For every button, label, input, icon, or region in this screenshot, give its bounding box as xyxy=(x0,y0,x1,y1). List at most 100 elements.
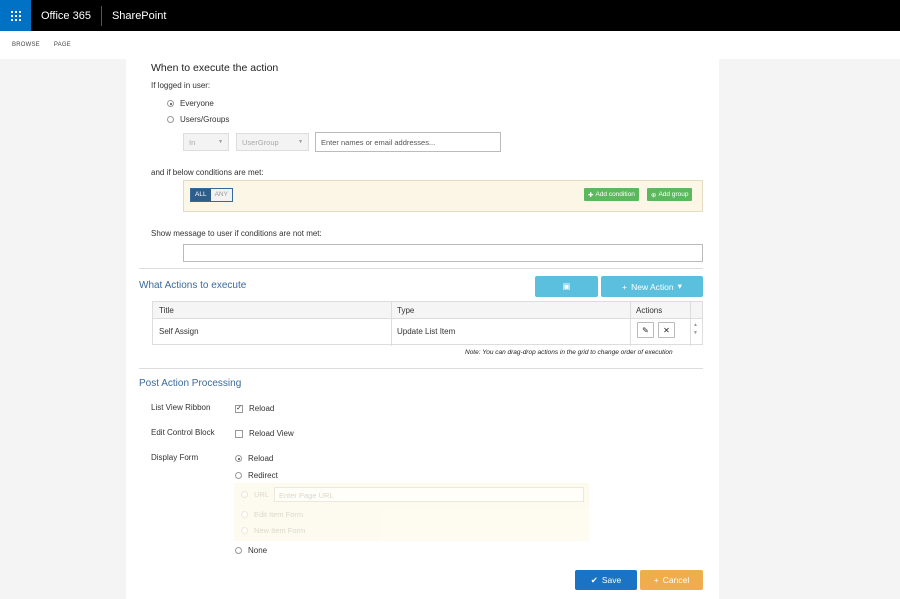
radio-edit-item-form[interactable]: Edit Item Form xyxy=(241,510,303,519)
floppy-disk-icon: ▣ xyxy=(562,281,571,291)
row-title[interactable]: Self Assign xyxy=(159,327,199,336)
column-header-actions: Actions xyxy=(636,306,663,315)
conditions-label: and if below conditions are met: xyxy=(151,168,264,177)
plus-icon: + xyxy=(622,281,628,292)
pencil-icon: ✎ xyxy=(642,325,649,335)
edit-control-block-label: Edit Control Block xyxy=(151,428,215,437)
ecb-reload-view-checkbox[interactable]: Reload View xyxy=(235,429,294,438)
radio-redirect-url[interactable]: URL xyxy=(241,490,269,499)
grid-header xyxy=(153,302,702,319)
office365-link[interactable]: Office 365 xyxy=(31,10,101,22)
message-label: Show message to user if conditions are n… xyxy=(151,229,322,238)
all-option[interactable]: ALL xyxy=(191,189,211,201)
radio-icon xyxy=(241,491,248,498)
radio-display-reload-label: Reload xyxy=(248,454,274,463)
chevron-down-icon: ▼ xyxy=(298,139,303,145)
scrollbar[interactable]: ▲ ▼ xyxy=(693,321,698,337)
column-header-type[interactable]: Type xyxy=(397,306,414,315)
check-icon: ✔ xyxy=(590,574,598,585)
list-view-ribbon-label: List View Ribbon xyxy=(151,403,211,412)
redirect-options: URL Enter Page URL Edit Item Form New It… xyxy=(234,483,589,541)
divider xyxy=(139,368,703,369)
list-view-reload-label: Reload xyxy=(249,404,275,413)
save-actions-button[interactable]: ▣ xyxy=(535,276,598,297)
column-divider xyxy=(630,302,631,346)
column-divider xyxy=(690,302,691,346)
any-option[interactable]: ANY xyxy=(210,189,232,201)
cancel-button[interactable]: + Cancel xyxy=(640,570,703,590)
edit-action-button[interactable]: ✎ xyxy=(637,322,654,338)
save-label: Save xyxy=(601,575,622,585)
chevron-down-icon: ▼ xyxy=(218,139,223,145)
radio-everyone-label: Everyone xyxy=(180,99,214,108)
display-form-label: Display Form xyxy=(151,453,199,462)
radio-icon xyxy=(241,527,248,534)
add-group-button[interactable]: ⊕ Add group xyxy=(647,188,693,201)
main-panel: When to execute the action If logged in … xyxy=(126,56,719,599)
conditions-box: ALL ANY ✚ Add condition ⊕ Add group xyxy=(183,180,703,212)
add-group-label: Add group xyxy=(658,191,689,198)
new-action-label: New Action xyxy=(631,281,674,292)
radio-icon xyxy=(167,100,174,107)
radio-icon xyxy=(241,511,248,518)
checkbox-checked-icon: ✓ xyxy=(235,404,243,413)
cancel-label: Cancel xyxy=(662,575,690,585)
radio-display-none[interactable]: None xyxy=(235,546,267,555)
plus-icon: + xyxy=(653,575,659,585)
when-title: When to execute the action xyxy=(151,62,279,74)
drag-drop-note: Note: You can drag-drop actions in the g… xyxy=(465,349,673,356)
waffle-icon xyxy=(10,10,21,21)
ecb-reload-view-label: Reload View xyxy=(249,429,294,438)
radio-display-redirect[interactable]: Redirect xyxy=(235,471,278,480)
divider xyxy=(139,268,703,269)
principal-type-select[interactable]: UserGroup ▼ xyxy=(236,133,309,151)
delete-action-button[interactable]: ✕ xyxy=(658,322,675,338)
radio-display-redirect-label: Redirect xyxy=(248,471,278,480)
redirect-url-placeholder: Enter Page URL xyxy=(279,491,334,500)
actions-grid: Title Type Actions Self Assign Update Li… xyxy=(152,301,703,346)
plus-circle-icon: ⊕ xyxy=(651,191,657,199)
radio-users-groups-label: Users/Groups xyxy=(180,115,230,124)
checkbox-icon xyxy=(235,429,243,438)
save-button[interactable]: ✔ Save xyxy=(575,570,637,590)
operator-select[interactable]: In ▼ xyxy=(183,133,229,151)
redirect-url-input[interactable]: Enter Page URL xyxy=(274,487,584,502)
column-header-title[interactable]: Title xyxy=(159,306,174,315)
radio-display-none-label: None xyxy=(248,546,268,555)
radio-users-groups[interactable]: Users/Groups xyxy=(167,115,229,124)
app-launcher-button[interactable] xyxy=(0,0,31,31)
add-condition-button[interactable]: ✚ Add condition xyxy=(584,188,639,201)
actions-title: What Actions to execute xyxy=(139,280,247,291)
logged-in-label: If logged in user: xyxy=(151,81,211,90)
radio-icon xyxy=(235,472,242,479)
all-any-toggle[interactable]: ALL ANY xyxy=(190,188,233,202)
row-type: Update List Item xyxy=(397,327,456,336)
column-divider xyxy=(391,302,392,346)
tab-page[interactable]: PAGE xyxy=(54,42,71,48)
radio-icon xyxy=(235,455,242,462)
radio-icon xyxy=(235,547,242,554)
sharepoint-link[interactable]: SharePoint xyxy=(102,10,176,22)
add-condition-label: Add condition xyxy=(595,191,635,198)
redirect-url-label: URL xyxy=(254,490,270,499)
tab-browse[interactable]: BROWSE xyxy=(12,42,40,48)
names-input-placeholder: Enter names or email addresses... xyxy=(321,137,436,147)
suite-bar: Office 365 SharePoint xyxy=(0,0,900,31)
radio-everyone[interactable]: Everyone xyxy=(167,99,214,108)
list-view-reload-checkbox[interactable]: ✓ Reload xyxy=(235,404,274,413)
principal-type-value: UserGroup xyxy=(242,137,279,147)
post-action-title: Post Action Processing xyxy=(139,378,242,389)
ribbon: BROWSE PAGE xyxy=(0,31,900,59)
caret-down-icon: ▾ xyxy=(677,281,682,291)
scroll-down-icon[interactable]: ▼ xyxy=(693,329,698,337)
close-icon: ✕ xyxy=(663,325,670,335)
radio-new-item-form[interactable]: New Item Form xyxy=(241,526,305,535)
edit-item-form-label: Edit Item Form xyxy=(254,510,304,519)
scroll-up-icon[interactable]: ▲ xyxy=(693,321,698,329)
radio-icon xyxy=(167,116,174,123)
operator-select-value: In xyxy=(189,137,196,147)
radio-display-reload[interactable]: Reload xyxy=(235,454,273,463)
message-input[interactable] xyxy=(183,244,703,262)
new-action-button[interactable]: + New Action ▾ xyxy=(601,276,703,297)
names-input[interactable]: Enter names or email addresses... xyxy=(315,132,501,152)
